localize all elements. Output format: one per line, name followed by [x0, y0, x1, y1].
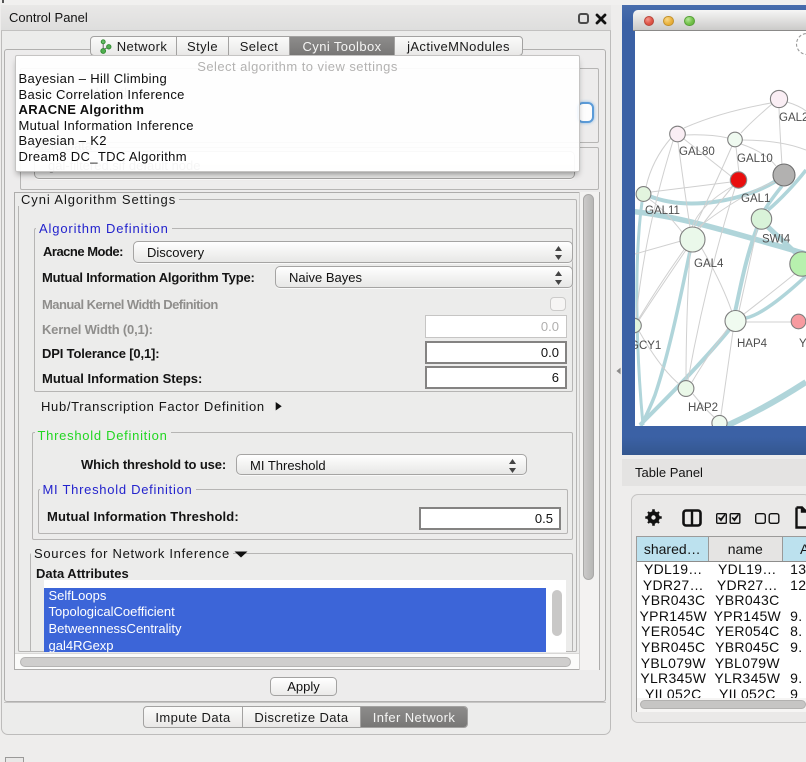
svg-text:GAL4: GAL4: [694, 258, 724, 270]
svg-text:GAL11: GAL11: [645, 205, 680, 217]
svg-text:GAL1: GAL1: [741, 193, 770, 205]
svg-text:GAL80: GAL80: [679, 146, 715, 158]
svg-text:GAL2: GAL2: [779, 112, 806, 124]
svg-text:GAL10: GAL10: [737, 153, 773, 165]
svg-text:GCY1: GCY1: [635, 340, 661, 352]
svg-text:SWI4: SWI4: [762, 234, 791, 246]
svg-text:YJ: YJ: [799, 338, 806, 350]
svg-text:HAP4: HAP4: [737, 338, 768, 350]
svg-text:HAP2: HAP2: [688, 402, 718, 414]
